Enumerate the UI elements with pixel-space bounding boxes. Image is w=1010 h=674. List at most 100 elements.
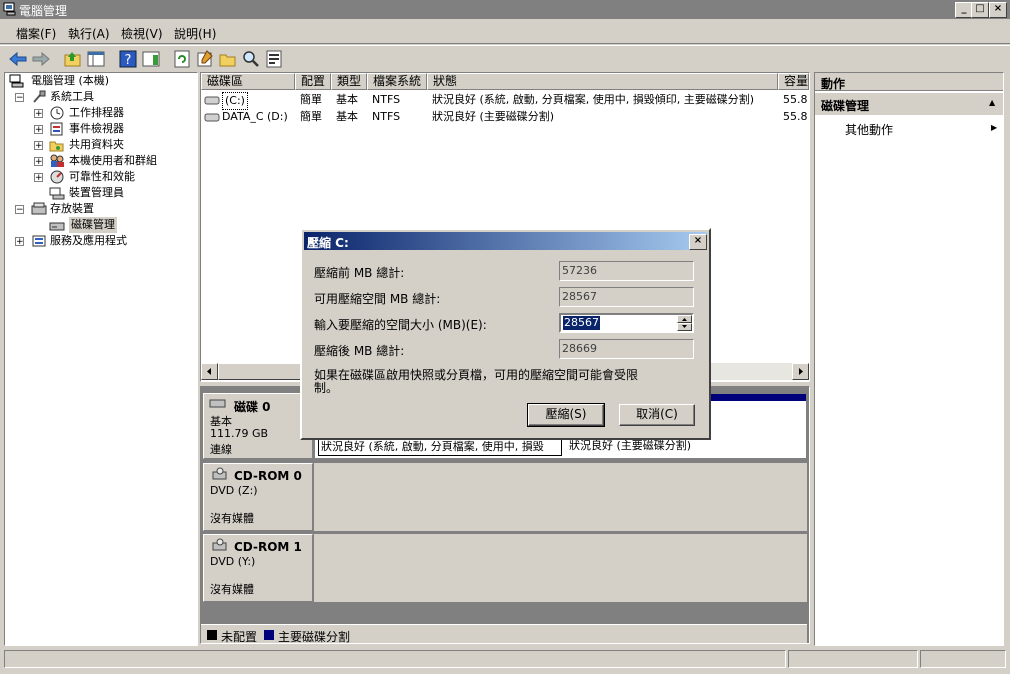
tree-item-system-tools[interactable]: 系統工具 xyxy=(50,89,94,105)
dialog-title-bar: 壓縮 C: × xyxy=(304,232,707,250)
legend-primary: 主要磁碟分割 xyxy=(278,630,351,644)
available-space-label: 可用壓縮空間 MB 總計: xyxy=(314,292,441,306)
disk-name: CD-ROM 0 xyxy=(234,469,302,483)
title-bar: 電腦管理 _ □ × xyxy=(0,0,1010,19)
tree-expand-toggle[interactable]: + xyxy=(34,109,43,119)
tree-expand-toggle[interactable]: + xyxy=(34,125,43,135)
disk-type: DVD (Y:) xyxy=(210,555,256,568)
tree-collapse-toggle[interactable]: − xyxy=(15,205,24,215)
partition-c[interactable]: 狀況良好 (系統, 啟動, 分頁檔案, 使用中, 損毀 xyxy=(318,438,562,456)
cdrom-icon xyxy=(212,538,227,551)
tree-collapse-toggle[interactable]: − xyxy=(15,93,24,103)
drive-icon xyxy=(204,113,220,122)
dialog-title: 壓縮 C: xyxy=(307,236,349,250)
console-view-icon[interactable] xyxy=(141,49,161,69)
partition-d[interactable]: 狀況良好 (主要磁碟分割) xyxy=(567,438,803,456)
status-panel xyxy=(920,650,1006,668)
menu-help[interactable]: 說明(H) xyxy=(174,25,216,42)
legend-swatch-primary xyxy=(264,630,274,640)
tree-root[interactable]: 電腦管理 (本機) xyxy=(31,73,109,89)
tree-expand-toggle[interactable]: + xyxy=(34,173,43,183)
cdrom-1-area xyxy=(314,534,807,602)
device-manager-icon xyxy=(49,187,65,200)
stepper-up-button[interactable] xyxy=(677,315,692,323)
tree-expand-toggle[interactable]: + xyxy=(34,141,43,151)
close-button[interactable]: × xyxy=(989,2,1007,18)
tools-icon xyxy=(33,90,46,103)
computer-management-icon xyxy=(9,74,24,88)
tree-item-services-applications[interactable]: 服務及應用程式 xyxy=(50,233,127,249)
up-folder-icon[interactable] xyxy=(63,49,83,69)
help-icon[interactable]: ? xyxy=(118,49,138,69)
dialog-close-button[interactable]: × xyxy=(689,234,707,250)
shrink-dialog: 壓縮 C: × 壓縮前 MB 總計: 57236 可用壓縮空間 MB 總計: 2… xyxy=(300,228,711,440)
menu-file[interactable]: 檔案(F) xyxy=(16,25,56,42)
actions-section-disk-management[interactable]: 磁碟管理 ▲ xyxy=(815,93,1003,115)
column-header-filesystem[interactable]: 檔案系統 xyxy=(367,73,427,90)
tree-item-task-scheduler[interactable]: 工作排程器 xyxy=(69,105,124,121)
open-folder-icon[interactable] xyxy=(218,49,238,69)
disk-status: 沒有媒體 xyxy=(210,583,254,596)
disk-status: 沒有媒體 xyxy=(210,512,254,525)
disk-status: 連線 xyxy=(210,443,232,456)
forward-arrow-icon[interactable] xyxy=(31,49,51,69)
column-header-status[interactable]: 狀態 xyxy=(427,73,778,90)
search-icon[interactable] xyxy=(241,49,261,69)
tree-item-local-users-groups[interactable]: 本機使用者和群組 xyxy=(69,153,157,169)
volume-name: (C:) xyxy=(222,92,248,110)
refresh-icon[interactable] xyxy=(172,49,192,69)
column-header-capacity[interactable]: 容量 xyxy=(778,73,809,90)
column-header-type[interactable]: 類型 xyxy=(331,73,367,90)
shrink-button[interactable]: 壓縮(S) xyxy=(527,403,605,427)
total-after-value: 28669 xyxy=(559,339,694,359)
volume-capacity: 55.89 xyxy=(783,110,808,123)
volume-capacity: 55.89 xyxy=(783,93,808,106)
scroll-left-button[interactable] xyxy=(201,363,218,380)
disk-type: DVD (Z:) xyxy=(210,484,258,497)
drive-icon xyxy=(204,96,220,105)
disk-settings-icon[interactable] xyxy=(264,49,284,69)
properties-icon[interactable] xyxy=(195,49,215,69)
arrow-down-icon xyxy=(682,325,687,328)
status-panel-main xyxy=(4,650,786,668)
column-header-volume[interactable]: 磁碟區 xyxy=(201,73,295,90)
volume-status: 狀況良好 (主要磁碟分割) xyxy=(432,110,555,123)
tree-item-shared-folders[interactable]: 共用資料夾 xyxy=(69,137,124,153)
status-bar xyxy=(4,648,1006,670)
action-more-actions[interactable]: 其他動作 xyxy=(845,121,893,138)
disk-0-label[interactable]: 磁碟 0 基本 111.79 GB 連線 xyxy=(203,393,313,459)
tree-item-disk-management[interactable]: 磁碟管理 xyxy=(69,217,117,233)
total-after-label: 壓縮後 MB 總計: xyxy=(314,344,405,358)
shrink-amount-stepper[interactable]: 28567 xyxy=(559,313,694,333)
tree-expand-toggle[interactable]: + xyxy=(15,237,24,247)
tree-expand-toggle[interactable]: + xyxy=(34,157,43,167)
tree-item-event-viewer[interactable]: 事件檢視器 xyxy=(69,121,124,137)
clock-icon xyxy=(50,106,64,120)
total-before-value: 57236 xyxy=(559,261,694,281)
menu-action[interactable]: 執行(A) xyxy=(68,25,110,42)
collapse-up-icon[interactable]: ▲ xyxy=(989,98,995,107)
shrink-amount-label: 輸入要壓縮的空間大小 (MB)(E): xyxy=(314,318,487,332)
actions-pane: 動作 磁碟管理 ▲ 其他動作 ▶ xyxy=(814,72,1004,646)
tree-item-storage[interactable]: 存放裝置 xyxy=(50,201,94,217)
cdrom-0-label[interactable]: CD-ROM 0 DVD (Z:) 沒有媒體 xyxy=(203,463,313,531)
column-header-layout[interactable]: 配置 xyxy=(295,73,331,90)
arrow-left-icon xyxy=(207,368,211,375)
disk-name: CD-ROM 1 xyxy=(234,540,302,554)
scroll-right-button[interactable] xyxy=(792,363,809,380)
tree-item-reliability-performance[interactable]: 可靠性和效能 xyxy=(69,169,135,185)
volume-filesystem: NTFS xyxy=(372,110,401,123)
volume-filesystem: NTFS xyxy=(372,93,401,106)
show-hide-tree-icon[interactable] xyxy=(86,49,106,69)
menu-bar: 檔案(F) 執行(A) 檢視(V) 說明(H) xyxy=(0,20,1010,44)
maximize-button[interactable]: □ xyxy=(971,2,989,18)
cdrom-1-label[interactable]: CD-ROM 1 DVD (Y:) 沒有媒體 xyxy=(203,534,313,602)
cancel-button[interactable]: 取消(C) xyxy=(619,404,695,426)
menu-view[interactable]: 檢視(V) xyxy=(121,25,163,42)
stepper-down-button[interactable] xyxy=(677,323,692,331)
performance-icon xyxy=(50,170,64,184)
shrink-amount-input[interactable]: 28567 xyxy=(563,316,600,330)
tree-item-device-manager[interactable]: 裝置管理員 xyxy=(69,185,124,201)
volume-status: 狀況良好 (系統, 啟動, 分頁檔案, 使用中, 損毀傾印, 主要磁碟分割) xyxy=(432,93,755,106)
back-arrow-icon[interactable] xyxy=(8,49,28,69)
